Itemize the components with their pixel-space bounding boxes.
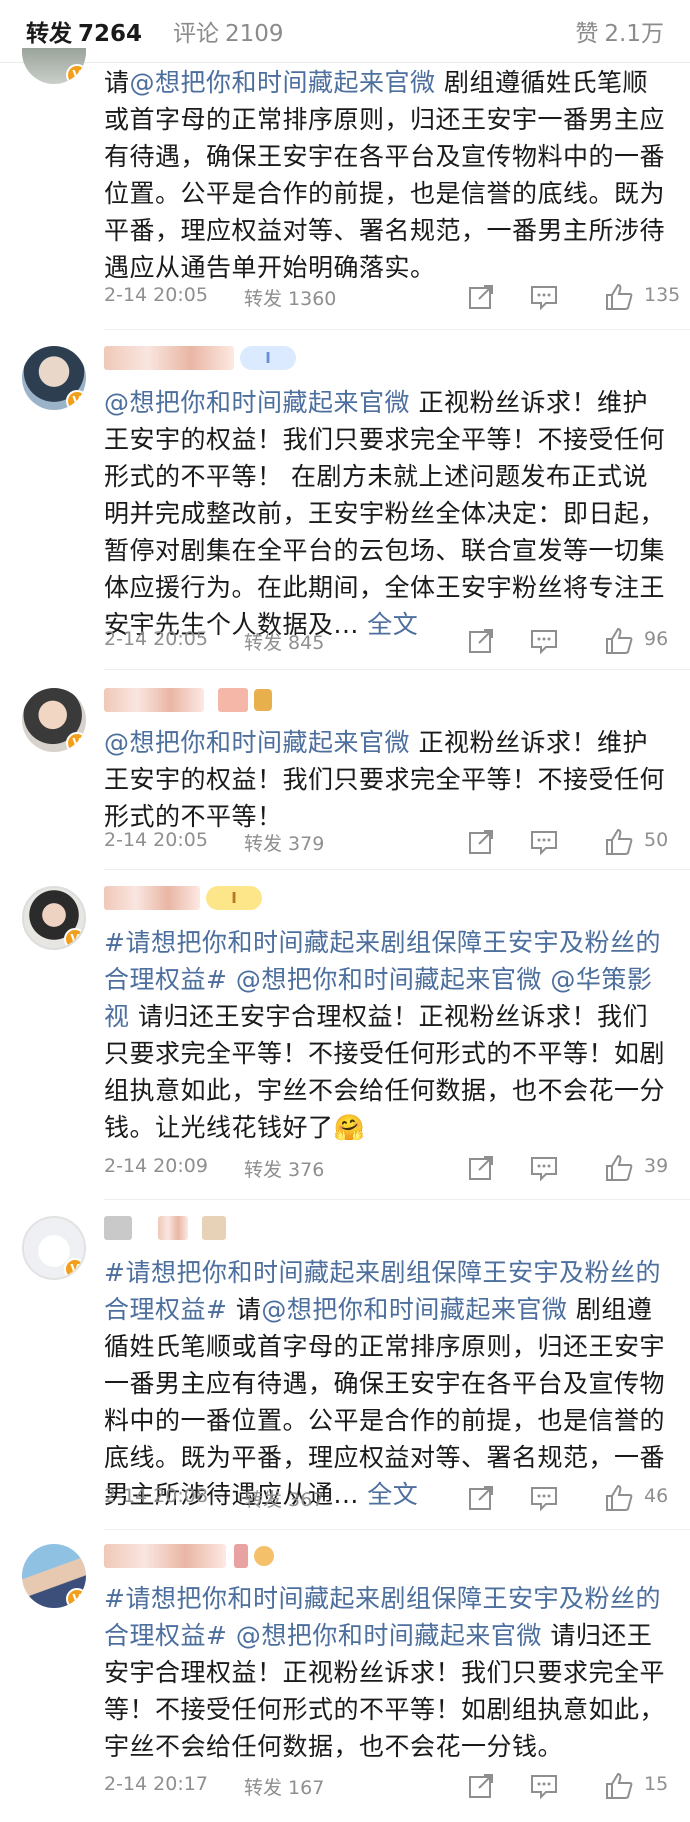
verified-badge-icon: V: [64, 1258, 84, 1278]
comment-item: V #请想把你和时间藏起来剧组保障王安宇及粉丝的合理权益# @想把你和时间藏起来…: [0, 1530, 690, 1822]
repost-count[interactable]: 转发 845: [244, 628, 324, 655]
comment-meta: 2-14 20:17 转发 167 15: [104, 1771, 670, 1801]
verified-badge-icon: V: [64, 928, 84, 948]
avatar[interactable]: V: [22, 346, 86, 410]
comment-text-segment: 请: [104, 68, 130, 97]
like-count: 15: [644, 1773, 669, 1795]
thumbs-up-icon[interactable]: [604, 1771, 634, 1801]
like-count: 50: [644, 829, 669, 851]
comment-icon[interactable]: [529, 1153, 559, 1183]
share-icon[interactable]: [466, 1153, 496, 1183]
verified-badge-icon: V: [66, 732, 86, 752]
comment-text: #请想把你和时间藏起来剧组保障王安宇及粉丝的合理权益# @想把你和时间藏起来官微…: [104, 924, 670, 1146]
mention-link[interactable]: @想把你和时间藏起来官微: [130, 68, 436, 97]
comment-time: 2-14 20:17: [104, 1773, 208, 1795]
repost-count[interactable]: 转发 167: [244, 1773, 324, 1800]
comment-time: 2-14 20:05: [104, 284, 208, 306]
comment-text-segment: [227, 1621, 235, 1650]
mention-link[interactable]: @想把你和时间藏起来官微: [104, 388, 410, 417]
mention-link[interactable]: @想把你和时间藏起来官微: [104, 728, 410, 757]
like-count: 96: [644, 628, 669, 650]
level-badge: I: [240, 346, 296, 370]
comment-meta: 2-14 20:05 转发 845 96: [104, 626, 670, 656]
thumbs-up-icon[interactable]: [604, 827, 634, 857]
comment-time: 2-14 20:05: [104, 829, 208, 851]
comment-text: #请想把你和时间藏起来剧组保障王安宇及粉丝的合理权益# @想把你和时间藏起来官微…: [104, 1580, 670, 1765]
comment-text-segment: 请归还王安宇合理权益！正视粉丝诉求！我们只要求完全平等！不接受任何形式的不平等！…: [104, 1002, 666, 1142]
comment-icon[interactable]: [529, 626, 559, 656]
comment-item: V I #请想把你和时间藏起来剧组保障王安宇及粉丝的合理权益# @想把你和时间藏…: [0, 870, 690, 1200]
comment-text: @想把你和时间藏起来官微 正视粉丝诉求！维护王安宇的权益！我们只要求完全平等！不…: [104, 724, 670, 835]
avatar[interactable]: V: [22, 688, 86, 752]
share-icon[interactable]: [466, 1771, 496, 1801]
comment-icon[interactable]: [529, 1771, 559, 1801]
thumbs-up-icon[interactable]: [604, 1483, 634, 1513]
comment-icon[interactable]: [529, 1483, 559, 1513]
username-blurred[interactable]: I: [104, 886, 262, 912]
comment-item: V #请想把你和时间藏起来剧组保障王安宇及粉丝的合理权益# 请@想把你和时间藏起…: [0, 1200, 690, 1530]
comment-icon[interactable]: [529, 282, 559, 312]
comment-text-segment: 请: [227, 1295, 262, 1324]
share-icon[interactable]: [466, 626, 496, 656]
share-icon[interactable]: [466, 827, 496, 857]
mention-link[interactable]: @想把你和时间藏起来官微: [236, 965, 542, 994]
thumbs-up-icon[interactable]: [604, 626, 634, 656]
comment-text-segment: 正视粉丝诉求！维护王安宇的权益！我们只要求完全平等！不接受任何形式的不平等！ 在…: [104, 388, 666, 639]
share-icon[interactable]: [466, 1483, 496, 1513]
comment-item: V 请@想把你和时间藏起来官微 剧组遵循姓氏笔顺或首字母的正常排序原则，归还王安…: [0, 0, 690, 330]
avatar[interactable]: V: [22, 1216, 86, 1280]
comment-meta: 2-14 20:05 转发 1360 135: [104, 282, 680, 312]
repost-count[interactable]: 转发 1360: [244, 284, 336, 311]
username-blurred[interactable]: I: [104, 346, 296, 372]
like-count: 39: [644, 1155, 669, 1177]
comment-text: #请想把你和时间藏起来剧组保障王安宇及粉丝的合理权益# 请@想把你和时间藏起来官…: [104, 1254, 670, 1513]
username-blurred[interactable]: [104, 688, 272, 714]
comment-item: V @想把你和时间藏起来官微 正视粉丝诉求！维护王安宇的权益！我们只要求完全平等…: [0, 670, 690, 870]
username-blurred[interactable]: [104, 1216, 226, 1242]
verified-badge-icon: V: [66, 64, 86, 84]
level-badge: I: [206, 886, 262, 910]
mention-link[interactable]: @想把你和时间藏起来官微: [261, 1295, 567, 1324]
share-icon[interactable]: [466, 282, 496, 312]
verified-badge-icon: V: [66, 1588, 86, 1608]
comment-text: @想把你和时间藏起来官微 正视粉丝诉求！维护王安宇的权益！我们只要求完全平等！不…: [104, 384, 670, 643]
comment-text-segment: 剧组遵循姓氏笔顺或首字母的正常排序原则，归还王安宇一番男主应有待遇，确保王安宇在…: [104, 1295, 666, 1509]
thumbs-up-icon[interactable]: [604, 282, 634, 312]
comment-text-segment: 剧组遵循姓氏笔顺或首字母的正常排序原则，归还王安宇一番男主应有待遇，确保王安宇在…: [104, 68, 666, 282]
avatar[interactable]: V: [22, 1544, 86, 1608]
comment-meta: 2-14 20:05 转发 379 50: [104, 827, 670, 857]
username-blurred[interactable]: [104, 1544, 274, 1570]
thumbs-up-icon[interactable]: [604, 1153, 634, 1183]
comment-meta: 2-14 20:08 转发 367 46: [104, 1483, 670, 1513]
like-count: 46: [644, 1485, 669, 1507]
verified-badge-icon: V: [66, 390, 86, 410]
comment-text: 请@想把你和时间藏起来官微 剧组遵循姓氏笔顺或首字母的正常排序原则，归还王安宇一…: [104, 64, 670, 286]
mention-link[interactable]: @想把你和时间藏起来官微: [236, 1621, 542, 1650]
comment-icon[interactable]: [529, 827, 559, 857]
repost-count[interactable]: 转发 379: [244, 829, 324, 856]
comment-text-segment: [227, 965, 235, 994]
repost-count[interactable]: 转发 367: [244, 1485, 324, 1512]
comment-meta: 2-14 20:09 转发 376 39: [104, 1153, 670, 1183]
comment-time: 2-14 20:05: [104, 628, 208, 650]
repost-count[interactable]: 转发 376: [244, 1155, 324, 1182]
comment-item: V I @想把你和时间藏起来官微 正视粉丝诉求！维护王安宇的权益！我们只要求完全…: [0, 330, 690, 670]
like-count: 135: [644, 284, 681, 306]
avatar[interactable]: V: [22, 48, 86, 84]
avatar[interactable]: V: [22, 886, 86, 950]
comment-time: 2-14 20:08: [104, 1485, 208, 1507]
comment-time: 2-14 20:09: [104, 1155, 208, 1177]
